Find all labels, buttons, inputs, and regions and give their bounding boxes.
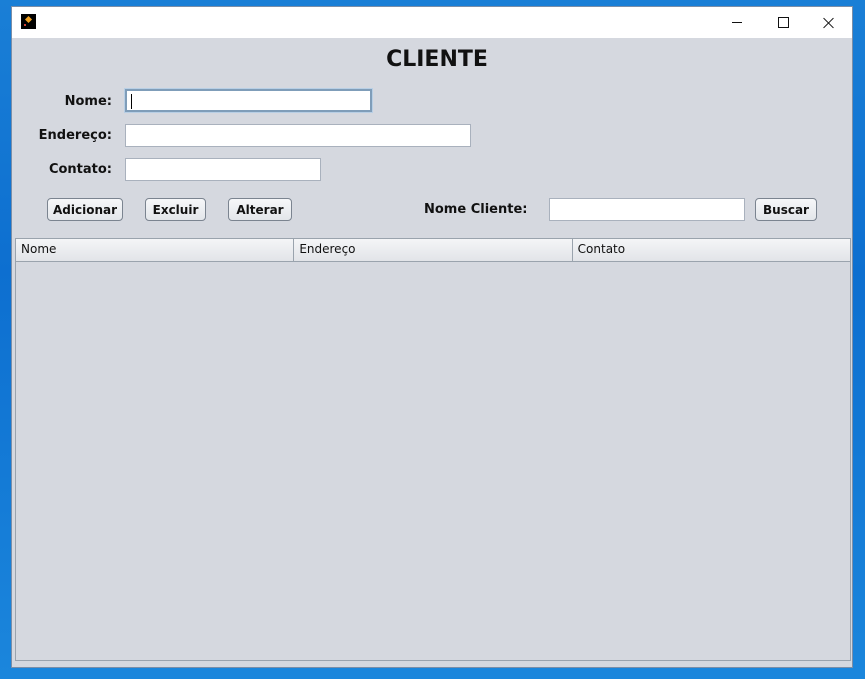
nome-cliente-label: Nome Cliente: (424, 202, 528, 217)
buscar-button[interactable]: Buscar (755, 198, 817, 221)
column-header-endereco[interactable]: Endereço (294, 239, 573, 261)
app-star-icon (21, 14, 36, 29)
column-header-nome[interactable]: Nome (16, 239, 295, 261)
excluir-button[interactable]: Excluir (145, 198, 206, 221)
column-header-contato[interactable]: Contato (573, 239, 850, 261)
page-title: CLIENTE (386, 47, 488, 72)
title-bar[interactable] (12, 7, 852, 38)
adicionar-button[interactable]: Adicionar (47, 198, 123, 221)
text-caret (131, 94, 132, 109)
close-button[interactable] (806, 7, 852, 38)
minimize-icon (732, 22, 742, 23)
nome-field[interactable] (125, 89, 372, 112)
minimize-button[interactable] (714, 7, 760, 38)
clients-table[interactable]: Nome Endereço Contato (15, 238, 851, 661)
contato-label: Contato: (48, 162, 112, 177)
endereco-label: Endereço: (38, 128, 112, 143)
app-window: CLIENTE Nome: Endereço: Contato: Adicion… (11, 6, 853, 668)
maximize-icon (777, 17, 789, 28)
contato-field[interactable] (125, 158, 321, 181)
maximize-button[interactable] (760, 7, 806, 38)
alterar-button[interactable]: Alterar (228, 198, 292, 221)
nome-label: Nome: (64, 94, 112, 109)
endereco-field[interactable] (125, 124, 471, 147)
close-icon (823, 17, 835, 29)
search-input[interactable] (549, 198, 745, 221)
table-header: Nome Endereço Contato (16, 239, 850, 262)
